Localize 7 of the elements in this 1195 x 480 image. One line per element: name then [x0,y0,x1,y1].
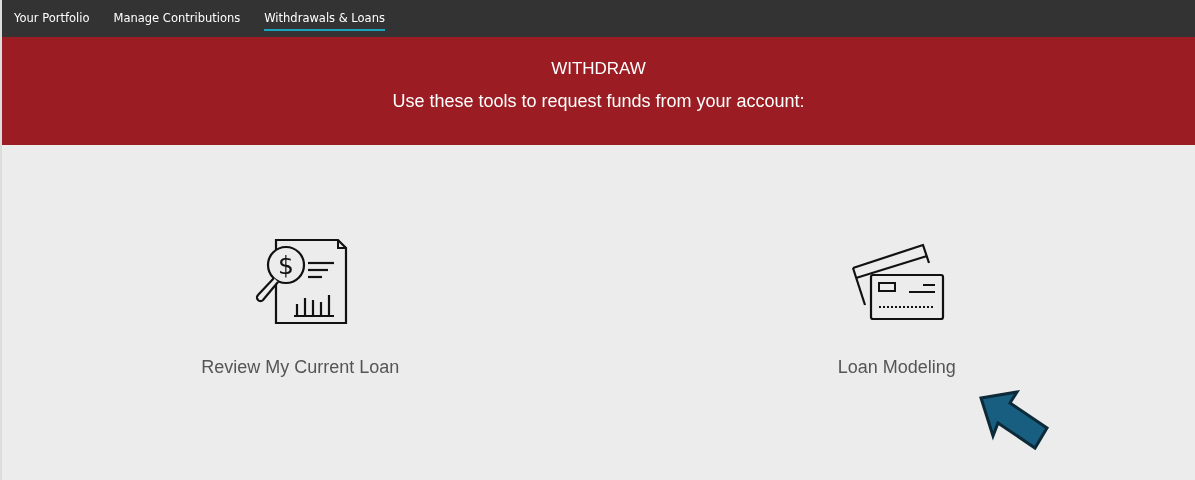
nav-tab[interactable]: Withdrawals & Loans [264,6,385,31]
tool-link[interactable]: Review My Current Loan [201,357,400,378]
banner-title: WITHDRAW [551,59,646,79]
tool-link[interactable]: Loan Modeling [837,357,956,378]
nav-tab[interactable]: Your Portfolio [14,6,90,31]
banner-subtitle: Use these tools to request funds from your account: [392,91,805,112]
nav-tab[interactable]: Manage Contributions [113,6,241,31]
